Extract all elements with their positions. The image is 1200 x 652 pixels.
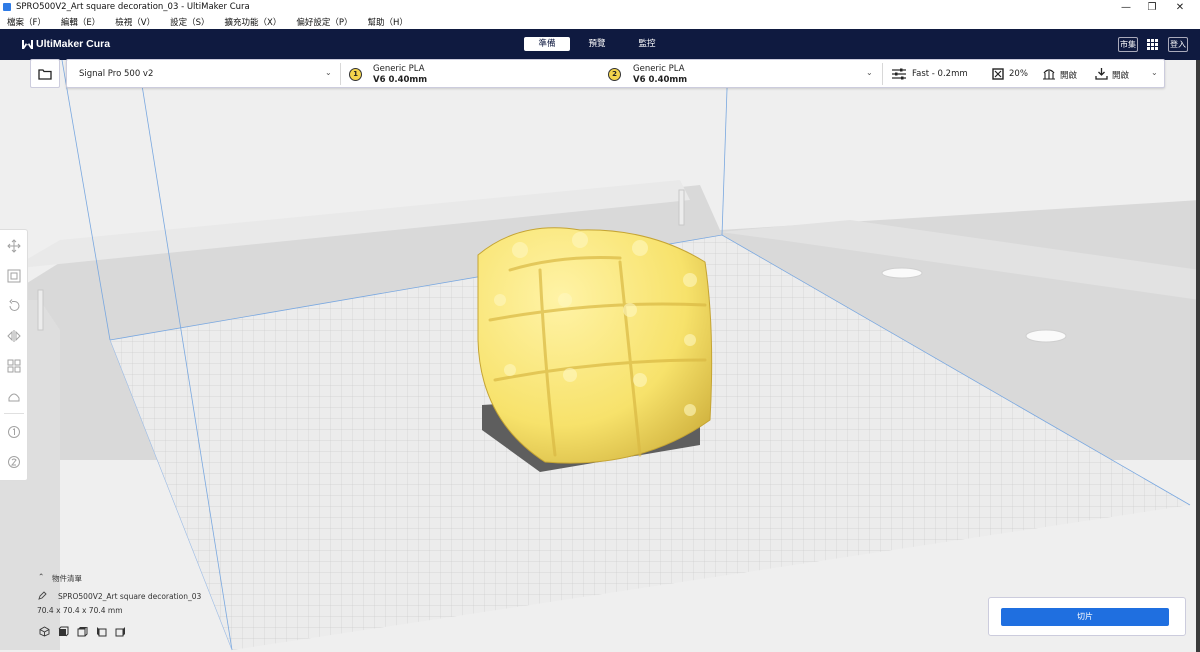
left-tool-panel: [0, 229, 28, 481]
ultimaker-logo-icon: [22, 39, 33, 49]
apps-grid-icon[interactable]: [1147, 39, 1158, 50]
logo-text: UltiMaker Cura: [36, 38, 111, 50]
view-left-icon[interactable]: [96, 626, 107, 637]
extruder-2-nozzle[interactable]: V6 0.40mm: [633, 75, 687, 85]
object-dimensions: 70.4 x 70.4 x 70.4 mm: [37, 606, 123, 615]
menu-settings[interactable]: 設定（S）: [170, 16, 209, 28]
app-icon: [3, 3, 11, 11]
extruder-2-icon: 2: [608, 68, 621, 81]
extruder-1-nozzle[interactable]: V6 0.40mm: [373, 75, 427, 85]
menu-help[interactable]: 幫助（H）: [367, 16, 407, 28]
close-button[interactable]: ✕: [1164, 0, 1196, 14]
divider: [4, 413, 24, 414]
app-header: UltiMaker Cura 準備 預覽 監控 市集 登入: [0, 29, 1200, 60]
divider: [340, 63, 341, 85]
marketplace-button[interactable]: 市集: [1118, 37, 1138, 52]
window-title: SPRO500V2_Art square decoration_03 - Ult…: [16, 2, 250, 12]
chevron-up-icon[interactable]: ⌃: [38, 572, 44, 581]
view-top-icon[interactable]: [77, 626, 88, 637]
chevron-down-icon[interactable]: ⌄: [1151, 68, 1158, 77]
infill-icon: [992, 68, 1004, 80]
folder-icon: [38, 68, 52, 80]
slice-button[interactable]: 切片: [1001, 608, 1169, 626]
scale-icon[interactable]: [7, 269, 21, 283]
extruder-2-material[interactable]: Generic PLA: [633, 64, 685, 74]
chevron-down-icon[interactable]: ⌄: [325, 68, 332, 77]
per-model-settings-icon[interactable]: [7, 359, 21, 373]
extruder-2-tool-icon[interactable]: [7, 455, 21, 469]
view-3d-icon[interactable]: [39, 626, 50, 637]
open-file-button[interactable]: [30, 59, 60, 88]
view-front-icon[interactable]: [58, 626, 69, 637]
build-plate-scene: [0, 60, 1200, 652]
logo: UltiMaker Cura: [22, 38, 110, 50]
extruder-1-tool-icon[interactable]: [7, 425, 21, 439]
settings-sliders-icon[interactable]: [891, 68, 907, 80]
login-button[interactable]: 登入: [1168, 37, 1188, 52]
printer-selector[interactable]: Signal Pro 500 v2: [79, 69, 153, 79]
menu-extensions[interactable]: 擴充功能（X）: [225, 16, 282, 28]
slice-panel: 切片: [988, 597, 1186, 636]
adhesion-value[interactable]: 開啟: [1112, 69, 1129, 81]
profile-label[interactable]: Fast - 0.2mm: [912, 69, 968, 79]
tab-monitor[interactable]: 監控: [628, 37, 666, 51]
menu-edit[interactable]: 編輯（E）: [61, 16, 100, 28]
object-list-header[interactable]: 物件清單: [52, 573, 82, 584]
menu-bar: 檔案（F） 編輯（E） 檢視（V） 設定（S） 擴充功能（X） 偏好設定（P） …: [0, 14, 1200, 29]
chevron-down-icon[interactable]: ⌄: [866, 68, 873, 77]
view-right-icon[interactable]: [115, 626, 126, 637]
edit-pencil-icon[interactable]: [38, 591, 47, 600]
tab-preview[interactable]: 預覽: [578, 37, 616, 51]
rotate-icon[interactable]: [7, 299, 21, 313]
object-name: SPRO500V2_Art square decoration_03: [58, 592, 202, 601]
tab-prepare[interactable]: 準備: [524, 37, 570, 51]
support-blocker-icon[interactable]: [7, 389, 21, 403]
support-icon: [1043, 69, 1055, 80]
extruder-1-material[interactable]: Generic PLA: [373, 64, 425, 74]
window-title-bar: SPRO500V2_Art square decoration_03 - Ult…: [0, 0, 1200, 14]
infill-value[interactable]: 20%: [1009, 69, 1028, 79]
adhesion-download-icon: [1095, 68, 1108, 80]
divider: [882, 63, 883, 85]
3d-viewport[interactable]: [0, 60, 1200, 652]
menu-file[interactable]: 檔案（F）: [7, 16, 46, 28]
move-icon[interactable]: [7, 239, 21, 253]
extruder-1-icon: 1: [349, 68, 362, 81]
menu-preferences[interactable]: 偏好設定（P）: [296, 16, 352, 28]
menu-view[interactable]: 檢視（V）: [115, 16, 155, 28]
mirror-icon[interactable]: [7, 329, 21, 343]
window-edge: [1196, 60, 1200, 652]
support-value[interactable]: 開啟: [1060, 69, 1077, 81]
printer-toolbar: Signal Pro 500 v2 ⌄ 1 Generic PLA V6 0.4…: [66, 59, 1165, 88]
